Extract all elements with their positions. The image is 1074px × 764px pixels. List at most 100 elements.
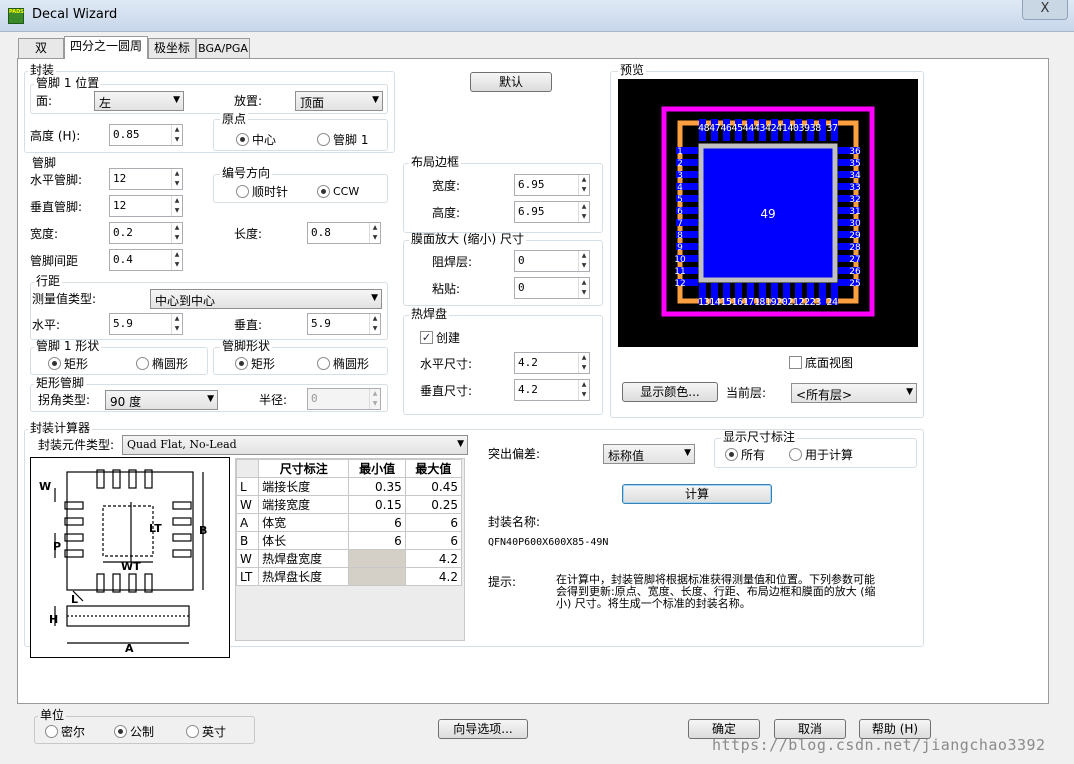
row-min[interactable] [348,567,406,586]
pin1-rect-radio[interactable] [48,357,61,370]
pkg-type-dropdown[interactable]: Quad Flat, No-Lead ▼ [122,435,468,455]
paste-spinner[interactable]: 0 ▲ ▼ [514,277,590,299]
spin-arrows-icon[interactable]: ▲ ▼ [171,196,182,216]
row-name[interactable]: 热焊盘宽度 [258,549,350,568]
table-row: W 热焊盘宽度 4.2 [235,549,463,568]
origin-center-radio[interactable] [236,133,249,146]
hsize-label: 水平尺寸: [420,357,473,371]
row-max[interactable]: 6 [404,531,463,550]
row-name[interactable]: 端接宽度 [258,495,350,514]
row-key[interactable]: B [235,531,260,550]
spin-arrows-icon[interactable]: ▲ ▼ [369,314,380,334]
row-name[interactable]: 体宽 [258,513,350,532]
tolerance-dropdown[interactable]: 标称值 ▼ [603,444,695,464]
row-min[interactable] [348,549,406,568]
spin-arrows-icon[interactable]: ▲ ▼ [578,202,589,222]
row-key[interactable]: W [235,495,260,514]
solder-value: 0 [518,254,525,267]
row-horiz-spinner[interactable]: 5.9 ▲ ▼ [109,313,183,335]
dimension-table-area: 尺寸标注 最小值 最大值 L 端接长度 0.35 0.45 W 端接宽度 0.15 0.25 A… [235,458,465,641]
row-name[interactable]: 热焊盘长度 [258,567,350,586]
spin-arrows-icon[interactable]: ▲ ▼ [578,353,589,373]
lb-height-spinner[interactable]: 6.95 ▲ ▼ [514,201,590,223]
place-dropdown[interactable]: 顶面 ▼ [295,91,383,111]
units-mil-radio[interactable] [45,725,58,738]
preview-canvas[interactable]: 49 4847464544434241403938 37 13141516171… [618,79,918,347]
bottom-view-checkbox[interactable] [789,356,802,369]
row-key[interactable]: A [235,513,260,532]
thermal-title: 热焊盘 [409,307,450,321]
spin-arrows-icon[interactable]: ▲ ▼ [578,380,589,400]
show-dims-all-radio[interactable] [725,448,738,461]
radius-spinner[interactable]: 0 ▲ ▼ [307,388,381,410]
row-name[interactable]: 端接长度 [258,477,350,496]
create-checkbox[interactable]: ✓ [420,331,433,344]
tab-polar[interactable]: 极坐标 [148,38,196,58]
pad-shape [144,469,153,489]
row-max[interactable]: 0.45 [404,477,463,496]
row-key[interactable]: LT [235,567,260,586]
pin-rect-radio[interactable] [235,357,248,370]
row-key[interactable]: W [235,549,260,568]
spin-arrows-icon[interactable]: ▲ ▼ [171,250,182,270]
origin-pin1-radio[interactable] [317,133,330,146]
spin-arrows-icon[interactable]: ▲ ▼ [171,169,182,189]
pitch-spinner[interactable]: 0.4 ▲ ▼ [109,249,183,271]
tab-dual[interactable]: 双 [18,38,64,58]
show-dims-calc-radio[interactable] [789,448,802,461]
show-colors-button[interactable]: 显示颜色... [622,382,718,402]
corner-type-dropdown[interactable]: 90 度 ▼ [105,390,218,410]
header-min: 最小值 [348,459,406,478]
spin-arrows-icon[interactable]: ▲ ▼ [578,175,589,195]
vpins-spinner[interactable]: 12 ▲ ▼ [109,195,183,217]
pin-length-spinner[interactable]: 0.8 ▲ ▼ [307,222,381,244]
close-button[interactable]: X [1022,0,1068,20]
spin-arrows-icon[interactable]: ▲ ▼ [578,251,589,271]
hpins-spinner[interactable]: 12 ▲ ▼ [109,168,183,190]
row-min[interactable]: 0.15 [348,495,406,514]
vsize-spinner[interactable]: 4.2 ▲ ▼ [514,379,590,401]
row-vert-spinner[interactable]: 5.9 ▲ ▼ [307,313,381,335]
row-min[interactable]: 6 [348,513,406,532]
row-name[interactable]: 体长 [258,531,350,550]
default-button[interactable]: 默认 [470,72,552,92]
row-min[interactable]: 0.35 [348,477,406,496]
row-max[interactable]: 4.2 [404,567,463,586]
height-spinner[interactable]: 0.85 ▲ ▼ [109,124,183,146]
row-min[interactable]: 6 [348,531,406,550]
spin-arrows-icon[interactable]: ▲ ▼ [171,223,182,243]
row-max[interactable]: 4.2 [404,549,463,568]
spin-arrows-icon[interactable]: ▲ ▼ [171,125,182,145]
measure-type-dropdown[interactable]: 中心到中心 ▼ [150,289,382,309]
pin1-oval-radio[interactable] [136,357,149,370]
pin-width-spinner[interactable]: 0.2 ▲ ▼ [109,222,183,244]
pad-shape [64,501,84,510]
spin-arrows-icon[interactable]: ▲ ▼ [369,389,380,409]
spin-arrows-icon[interactable]: ▲ ▼ [369,223,380,243]
calculate-button[interactable]: 计算 [622,484,772,504]
units-inch-radio[interactable] [186,725,199,738]
numbering-ccw-radio[interactable] [317,185,330,198]
numbering-cw-radio[interactable] [236,185,249,198]
pin-number: 5 [677,195,683,205]
solder-spinner[interactable]: 0 ▲ ▼ [514,250,590,272]
paste-value: 0 [518,281,525,294]
wizard-options-button[interactable]: 向导选项... [438,719,528,739]
radius-value: 0 [311,392,318,405]
table-row: L 端接长度 0.35 0.45 [235,477,463,496]
layout-border-title: 布局边框 [409,155,462,169]
current-layer-dropdown[interactable]: <所有层> ▼ [791,383,917,403]
pin-oval-radio[interactable] [317,357,330,370]
lb-width-spinner[interactable]: 6.95 ▲ ▼ [514,174,590,196]
spin-arrows-icon[interactable]: ▲ ▼ [578,278,589,298]
row-key[interactable]: L [235,477,260,496]
hsize-spinner[interactable]: 4.2 ▲ ▼ [514,352,590,374]
spin-arrows-icon[interactable]: ▲ ▼ [171,314,182,334]
tab-quad[interactable]: 四分之一圆周 [64,36,148,59]
tab-bga[interactable]: BGA/PGA [196,38,250,58]
units-metric-radio[interactable] [114,725,127,738]
row-max[interactable]: 6 [404,513,463,532]
side-dropdown[interactable]: 左 ▼ [94,91,184,111]
pad-shape [96,469,105,489]
row-max[interactable]: 0.25 [404,495,463,514]
